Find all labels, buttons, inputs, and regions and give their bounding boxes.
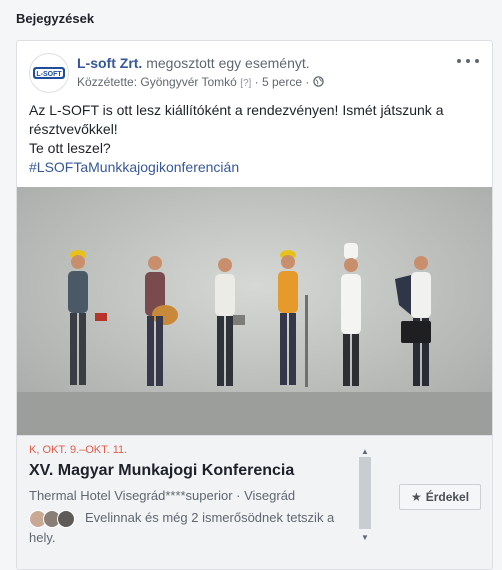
- interested-label: Érdekel: [425, 490, 470, 504]
- post-card: L-SOFT L-soft Zrt. megosztott egy esemén…: [16, 40, 493, 570]
- interested-button[interactable]: ★ Érdekel: [399, 484, 481, 510]
- workers-illustration: [17, 187, 492, 435]
- section-title: Bejegyzések: [16, 11, 95, 26]
- friend-avatars: [29, 509, 79, 528]
- event-location: Thermal Hotel Visegrád****superior · Vis…: [29, 488, 296, 503]
- dot-icon: [475, 59, 479, 63]
- post-header: L-SOFT L-soft Zrt. megosztott egy esemén…: [29, 53, 479, 93]
- logo-text: L-SOFT: [36, 71, 62, 78]
- friend-avatar[interactable]: [57, 509, 75, 528]
- scroll-thumb[interactable]: [359, 457, 371, 529]
- dot-icon: [457, 59, 461, 63]
- help-link[interactable]: [?]: [240, 78, 251, 89]
- author-link[interactable]: L-soft Zrt.: [77, 55, 142, 71]
- page-avatar[interactable]: L-SOFT: [29, 53, 69, 93]
- posted-by: Közzétette: Gyöngyvér Tomkó: [77, 75, 237, 89]
- event-cover-image[interactable]: [17, 187, 492, 435]
- scroll-up-arrow-icon[interactable]: ▲: [359, 447, 371, 457]
- post-text-line: Az L-SOFT is ott lesz kiállítóként a ren…: [29, 102, 444, 137]
- lsoft-logo-icon: L-SOFT: [33, 67, 65, 79]
- post-headline: L-soft Zrt. megosztott egy eseményt.: [77, 55, 310, 71]
- more-options-button[interactable]: [457, 53, 479, 69]
- friends-like-text: Evelinnak és még 2 ismerősödnek tetszik …: [29, 508, 349, 548]
- post-text: Az L-SOFT is ott lesz kiállítóként a ren…: [29, 101, 469, 177]
- hashtag-link[interactable]: #LSOFTaMunkkajogikonferencián: [29, 158, 469, 177]
- event-scrollbar[interactable]: ▲ ▼: [359, 447, 371, 547]
- globe-icon: [312, 76, 324, 87]
- post-meta: Közzétette: Gyöngyvér Tomkó [?] · 5 perc…: [77, 75, 324, 89]
- post-action: megosztott egy eseményt.: [142, 55, 310, 71]
- post-text-line: Te ott leszel?: [29, 140, 111, 156]
- post-time[interactable]: · 5 perce ·: [255, 75, 310, 89]
- scroll-down-arrow-icon[interactable]: ▼: [359, 533, 371, 543]
- event-date: K, OKT. 9.–OKT. 11.: [29, 444, 128, 456]
- event-title[interactable]: XV. Magyar Munkajogi Konferencia: [29, 462, 294, 480]
- star-icon: ★: [410, 490, 422, 504]
- dot-icon: [466, 59, 470, 63]
